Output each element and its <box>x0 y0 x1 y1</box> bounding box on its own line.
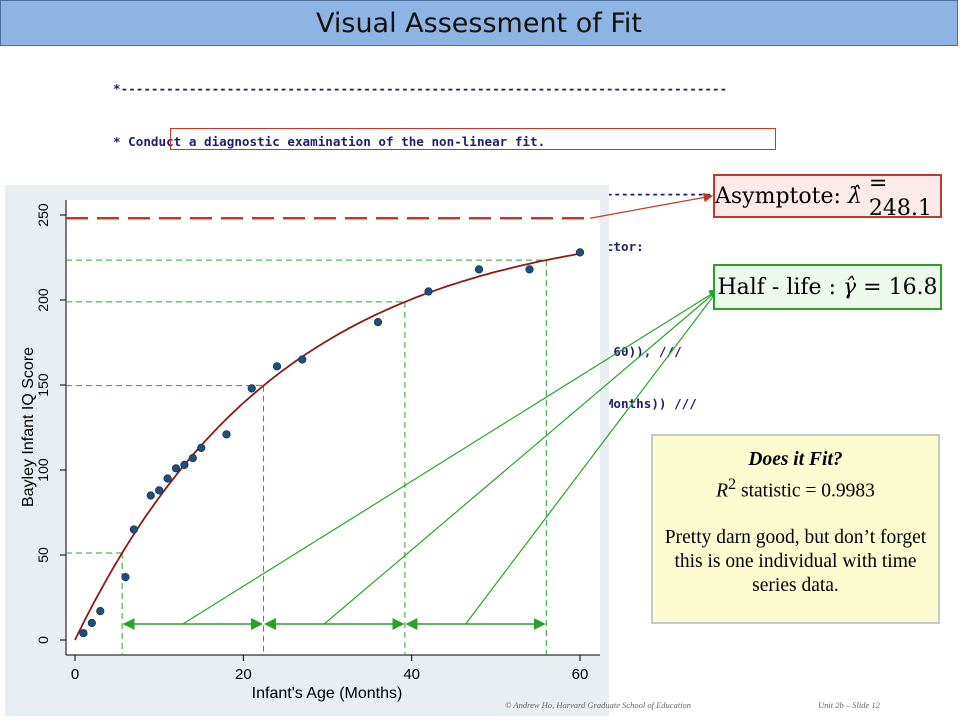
halflife-label: Half - life : <box>717 274 836 300</box>
halflife-symbol: γ̂ <box>842 274 857 300</box>
data-point <box>129 525 139 534</box>
y-tick-label: 150 <box>35 373 51 397</box>
data-point <box>96 606 105 616</box>
data-point <box>474 265 484 274</box>
x-tick-label: 0 <box>71 666 79 683</box>
footer-slide-number: Unit 2b – Slide 12 <box>818 700 880 710</box>
data-point <box>247 384 256 393</box>
footer-credit: © Andrew Ho, Harvard Graduate School of … <box>505 700 692 710</box>
halflife-value: = 16.8 <box>863 274 938 300</box>
fit-assessment-box: Does it Fit? R2 statistic = 0.9983 Prett… <box>651 434 940 624</box>
y-tick-label: 250 <box>35 203 51 227</box>
data-point <box>79 629 88 638</box>
y-tick-label: 0 <box>35 636 51 644</box>
data-point <box>197 443 206 453</box>
data-point <box>188 454 197 463</box>
data-point <box>222 430 231 439</box>
data-point <box>575 248 585 257</box>
r2-prefix: R <box>716 480 728 502</box>
data-point <box>163 474 172 483</box>
data-point <box>424 287 433 296</box>
y-tick-label: 100 <box>35 458 51 482</box>
y-axis-title: Bayley Infant IQ Score <box>20 347 37 507</box>
asymptote-pointer-line <box>589 192 714 219</box>
data-point <box>155 486 164 495</box>
x-tick-label: 20 <box>235 666 252 683</box>
fit-body: Pretty darn good, but don’t forget this … <box>664 526 927 596</box>
x-tick-label: 60 <box>572 666 589 683</box>
data-point <box>87 618 96 628</box>
r2-sup: 2 <box>727 475 737 493</box>
x-tick-label: 40 <box>403 666 420 683</box>
fit-heading: Does it Fit? <box>748 449 843 470</box>
y-tick-label: 50 <box>35 547 51 563</box>
data-point <box>272 362 282 371</box>
asymptote-callout: Asymptote: λ̂ = 248.1 <box>713 171 942 221</box>
data-point <box>171 464 181 473</box>
asymptote-value: = 248.1 <box>868 171 932 221</box>
data-point <box>180 460 189 470</box>
plot-area <box>66 200 600 655</box>
data-point <box>525 265 534 274</box>
data-point <box>146 491 155 500</box>
halflife-callout: Half - life : γ̂ = 16.8 <box>713 264 942 310</box>
asymptote-label: Asymptote: <box>715 183 841 209</box>
data-point <box>121 572 130 582</box>
x-axis-title: Infant's Age (Months) <box>252 685 403 702</box>
data-point <box>373 318 383 327</box>
r2-rest: statistic = 0.9983 <box>736 480 875 502</box>
data-point <box>298 355 307 364</box>
y-tick-label: 200 <box>35 288 51 312</box>
asymptote-symbol: λ̂ <box>847 183 862 209</box>
r2-statistic: R2 statistic = 0.9983 <box>653 472 938 504</box>
